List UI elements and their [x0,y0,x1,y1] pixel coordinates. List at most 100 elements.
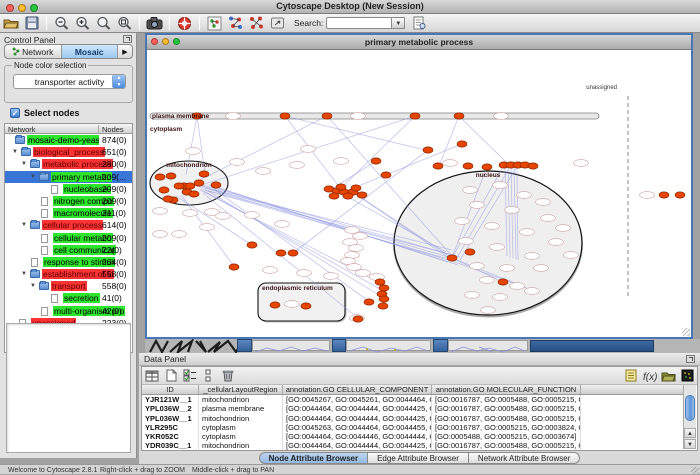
advanced-search-icon[interactable] [410,15,427,31]
table-cell[interactable]: [GO:0045263, GO:0044464, GO:0044455, G..… [283,423,432,432]
table-cell[interactable]: YKR052C [142,432,199,441]
graph-node[interactable] [343,193,353,199]
graph-node[interactable] [280,113,290,119]
zoom-in-icon[interactable] [74,15,91,31]
table-row[interactable]: YJR121W__1mitochondrion[GO:0045267, GO:0… [142,395,683,404]
window-resize-grip[interactable] [691,467,699,475]
background-window-titlebar[interactable] [237,339,252,352]
graph-node[interactable] [357,192,367,198]
tree-row[interactable]: nitrogen compo209(0) [5,195,132,207]
zoom-fit-icon[interactable] [95,15,112,31]
graph-node[interactable] [379,296,389,302]
tab-scroll-right-icon[interactable]: ▶ [118,45,132,58]
zoom-selected-icon[interactable] [116,15,133,31]
graph-node[interactable] [378,303,388,309]
table-row[interactable]: YLR295Ccytoplasm[GO:0045263, GO:0044464,… [142,423,683,432]
zoom-out-icon[interactable] [53,15,70,31]
tree-row[interactable]: ▼metabolic process280(0) [5,158,132,170]
scroll-down-icon[interactable]: ▼ [684,439,696,449]
snapshot-icon[interactable] [146,15,163,31]
select-nodes-checkbox[interactable]: ✓ [10,108,20,118]
function-builder-icon[interactable]: f(x) [642,369,657,383]
graph-node[interactable] [375,279,385,285]
unselect-attributes-icon[interactable] [201,369,216,383]
expander-icon[interactable]: ▼ [21,222,27,228]
graph-node[interactable] [270,302,280,308]
table-cell[interactable]: [GO:0044464, GO:0044446, GO:0044444, G..… [283,432,432,441]
graph-node[interactable] [194,180,204,186]
graph-node[interactable] [322,113,332,119]
table-vertical-scrollbar[interactable]: ▲ ▼ [683,385,696,449]
open-folder-icon[interactable] [2,15,19,31]
graph-node[interactable] [498,279,508,285]
tree-row[interactable]: ▼biological_process651(0) [5,146,132,158]
tree-row[interactable]: cell communicat22(0) [5,244,132,256]
expander-icon[interactable]: ▼ [21,271,27,277]
graph-node[interactable] [229,264,239,270]
table-cell[interactable]: YDR039C__1 [142,441,199,450]
column-header[interactable]: annotation.GO CELLULAR_COMPONENT [283,385,432,394]
tab-node-attribute-browser[interactable]: Node Attribute Browser [259,452,369,464]
tree-row[interactable]: ▼cellular process614(0) [5,219,132,231]
graph-node[interactable] [528,163,538,169]
background-window-content[interactable] [346,340,431,351]
tree-row-label[interactable]: transport [51,281,87,291]
background-window-titlebar[interactable] [433,339,448,352]
table-cell[interactable]: YPL036W__1 [142,414,199,423]
network-canvas[interactable]: plasma membranecytoplasmmitochondrionnuc… [147,50,691,337]
graph-node[interactable] [423,147,433,153]
node-color-dropdown[interactable]: transporter activity ▲▼ [13,74,126,89]
graph-node[interactable] [371,158,381,164]
table-cell[interactable]: [GO:0045267, GO:0045261, GO:0044464, G..… [283,395,432,404]
tab-network-attribute-browser[interactable]: Network Attribute Browser [469,452,580,464]
table-cell[interactable]: cytoplasm [199,432,283,441]
network-overview-panel[interactable] [6,323,131,453]
tree-row[interactable]: macromolecule311(0) [5,207,132,219]
layout-network-b-icon[interactable] [248,15,265,31]
table-cell[interactable]: plasma membrane [199,404,283,413]
graph-node[interactable] [381,172,391,178]
graph-node[interactable] [457,141,467,147]
tree-row-label[interactable]: biological_process [33,147,105,157]
table-cell[interactable]: mitochondrion [199,395,283,404]
background-window-titlebar[interactable] [530,340,654,352]
graph-node[interactable] [185,183,195,189]
table-cell[interactable]: [GO:0016787, GO:0005488, GO:0005215, G..… [432,441,581,450]
graph-node[interactable] [379,285,389,291]
graph-node[interactable] [163,196,173,202]
column-header[interactable]: _cellularLayoutRegion [199,385,283,394]
delete-attribute-icon[interactable] [220,369,235,383]
graph-node[interactable] [336,184,346,190]
tree-row-label[interactable]: cellular process [42,220,103,230]
graph-node[interactable] [482,164,492,170]
search-dropdown-icon[interactable]: ▼ [392,17,405,29]
table-cell[interactable]: [GO:0005488, GO:0005215, GO:0003674] [432,432,581,441]
tree-row-label[interactable]: mosaic-demo-yeast [27,135,99,145]
attribute-matrix-icon[interactable] [680,369,695,383]
table-cell[interactable]: YLR295C [142,423,199,432]
table-cell[interactable]: [GO:0016787, GO:0005488, GO:0005215, G..… [432,404,581,413]
annotation-icon[interactable] [269,15,286,31]
select-attributes-icon[interactable] [182,369,197,383]
attribute-table-icon[interactable] [144,369,159,383]
graph-node[interactable] [159,187,169,193]
attribute-table[interactable]: ID_cellularLayoutRegionannotation.GO CEL… [142,385,683,450]
table-cell[interactable]: [GO:0044464, GO:0044444, GO:0044425, G..… [283,441,432,450]
graph-node[interactable] [454,113,464,119]
graph-node[interactable] [155,174,165,180]
table-cell[interactable]: [GO:0016787, GO:0005488, GO:0005215, G..… [432,414,581,423]
tree-row[interactable]: ▼establishment of lo558(0) [5,268,132,280]
graph-node[interactable] [353,316,363,322]
tree-row-label[interactable]: secretion [63,293,100,303]
background-window-content[interactable] [252,340,330,351]
table-row[interactable]: YKR052Ccytoplasm[GO:0044464, GO:0044446,… [142,432,683,441]
graph-node[interactable] [659,192,669,198]
graph-node[interactable] [288,250,298,256]
tree-row[interactable]: secretion41(0) [5,292,132,304]
graph-node[interactable] [199,171,209,177]
table-cell[interactable]: YPL036W__2 [142,404,199,413]
tree-row[interactable]: mosaic-demo-yeast874(0) [5,134,132,146]
view-resize-grip[interactable] [682,328,690,336]
table-cell[interactable]: mitochondrion [199,414,283,423]
search-input[interactable] [326,17,392,29]
